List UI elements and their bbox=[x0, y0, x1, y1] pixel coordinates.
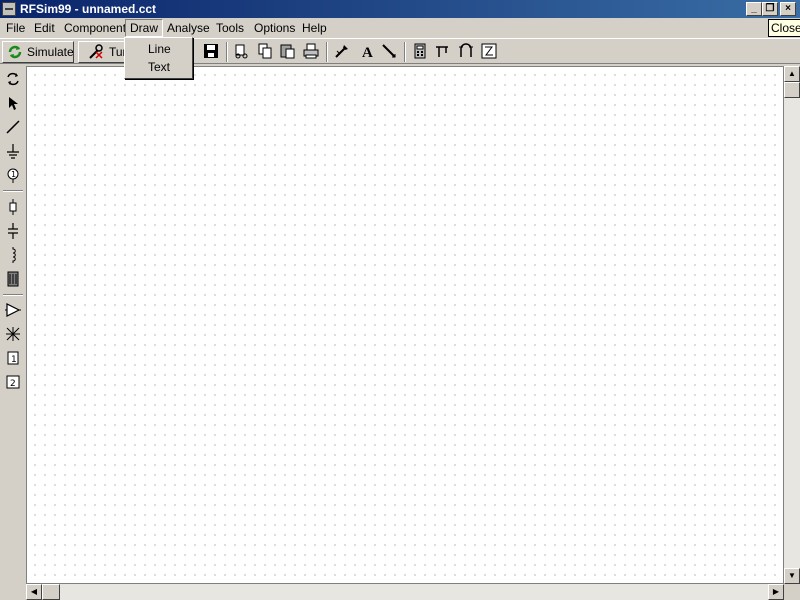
title-bar: RFSim99 - unnamed.cct _ ❐ × bbox=[0, 0, 800, 18]
simulate-button[interactable]: Simulate bbox=[2, 41, 74, 63]
tune-button[interactable]: Tun bbox=[78, 41, 126, 63]
app-icon[interactable] bbox=[2, 2, 16, 16]
smith-chart-icon[interactable] bbox=[481, 43, 497, 59]
close-tooltip: Close bbox=[768, 19, 800, 37]
draw-menu-dropdown: Line Text bbox=[124, 37, 193, 79]
stub-icon[interactable] bbox=[458, 43, 474, 59]
copy-icon[interactable] bbox=[257, 43, 273, 59]
transformer-icon[interactable] bbox=[5, 271, 21, 287]
scroll-down-button[interactable]: ▼ bbox=[784, 568, 800, 584]
menu-item-text[interactable]: Text bbox=[148, 60, 170, 74]
svg-text:A: A bbox=[362, 45, 373, 59]
menu-file[interactable]: File bbox=[6, 21, 25, 35]
vertical-scroll-thumb[interactable] bbox=[784, 82, 800, 98]
menu-analyse[interactable]: Analyse bbox=[167, 21, 210, 35]
amplifier-icon[interactable] bbox=[5, 302, 21, 318]
capacitor-icon[interactable] bbox=[5, 223, 21, 239]
component-palette: 1 1 2 bbox=[0, 64, 26, 588]
vertical-scrollbar[interactable]: ▲ ▼ bbox=[784, 66, 800, 584]
tune-icon bbox=[89, 44, 103, 59]
menu-options[interactable]: Options bbox=[254, 21, 295, 35]
restore-button[interactable]: ❐ bbox=[762, 2, 778, 16]
splitter-icon[interactable] bbox=[5, 326, 21, 342]
simulate-label: Simulate bbox=[27, 45, 74, 59]
scroll-right-button[interactable]: ▶ bbox=[768, 584, 784, 600]
scroll-left-button[interactable]: ◀ bbox=[26, 584, 42, 600]
menu-component[interactable]: Component bbox=[64, 21, 126, 35]
scroll-up-button[interactable]: ▲ bbox=[784, 66, 800, 82]
ground-icon[interactable] bbox=[5, 143, 21, 159]
one-port-icon[interactable]: 1 bbox=[5, 350, 21, 366]
port-icon[interactable]: 1 bbox=[5, 167, 21, 183]
horizontal-scroll-thumb[interactable] bbox=[42, 584, 60, 600]
paste-icon[interactable] bbox=[280, 43, 296, 59]
save-icon[interactable] bbox=[203, 43, 219, 59]
inductor-icon[interactable] bbox=[5, 247, 21, 263]
svg-text:2: 2 bbox=[10, 379, 16, 389]
menu-edit[interactable]: Edit bbox=[34, 21, 55, 35]
toolbar: Simulate Tun A bbox=[0, 38, 800, 64]
menu-item-line[interactable]: Line bbox=[148, 42, 171, 56]
menu-bar: File Edit Component Draw Analyse Tools O… bbox=[0, 18, 800, 38]
print-icon[interactable] bbox=[303, 43, 319, 59]
line-tool-icon[interactable] bbox=[381, 43, 397, 59]
schematic-canvas[interactable] bbox=[26, 66, 784, 584]
menu-help[interactable]: Help bbox=[302, 21, 327, 35]
cut-icon[interactable] bbox=[234, 43, 250, 59]
wire-tool-icon[interactable] bbox=[334, 43, 350, 59]
svg-text:1: 1 bbox=[11, 170, 16, 179]
minimize-button[interactable]: _ bbox=[746, 2, 762, 16]
two-port-icon[interactable]: 2 bbox=[5, 374, 21, 390]
close-button[interactable]: × bbox=[780, 2, 796, 16]
svg-text:1: 1 bbox=[11, 355, 17, 365]
simulate-icon bbox=[8, 45, 22, 59]
wire-icon[interactable] bbox=[5, 119, 21, 135]
text-tool-icon[interactable]: A bbox=[359, 43, 375, 59]
pointer-icon[interactable] bbox=[5, 95, 21, 111]
horizontal-scrollbar[interactable]: ◀ ▶ bbox=[26, 584, 784, 600]
scrollbar-corner bbox=[784, 584, 800, 600]
transmission-line-icon[interactable] bbox=[435, 43, 451, 59]
window-title: RFSim99 - unnamed.cct bbox=[20, 2, 157, 16]
calculator-icon[interactable] bbox=[412, 43, 428, 59]
rotate-icon[interactable] bbox=[5, 71, 21, 87]
menu-draw[interactable]: Draw bbox=[125, 19, 164, 37]
menu-tools[interactable]: Tools bbox=[216, 21, 244, 35]
resistor-icon[interactable] bbox=[5, 199, 21, 215]
